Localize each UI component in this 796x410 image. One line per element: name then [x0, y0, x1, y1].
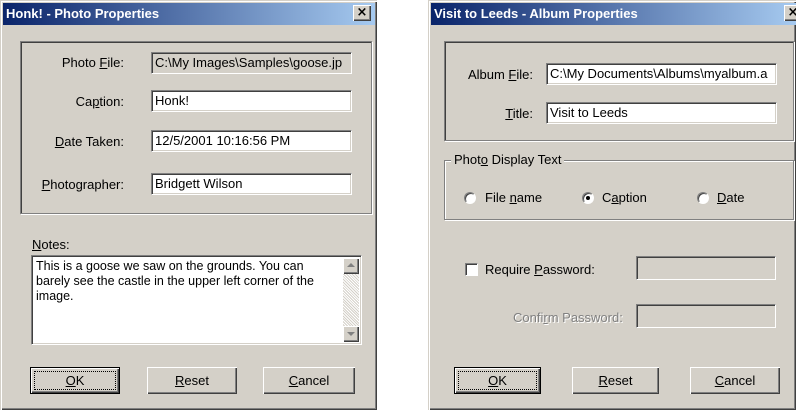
- password-field[interactable]: [636, 256, 776, 280]
- album-fields-frame: [444, 41, 794, 141]
- notes-text: This is a goose we saw on the grounds. Y…: [36, 259, 314, 303]
- date-radio[interactable]: [697, 192, 709, 204]
- album-title-label: Title:: [505, 106, 533, 121]
- notes-scrollbar[interactable]: [343, 258, 359, 342]
- close-icon[interactable]: ×: [784, 5, 796, 21]
- album-file-field[interactable]: C:\My Documents\Albums\myalbum.a: [546, 63, 777, 85]
- caption-option-label[interactable]: Caption: [602, 190, 647, 205]
- notes-label: Notes:: [32, 237, 70, 252]
- notes-textarea[interactable]: This is a goose we saw on the grounds. Y…: [31, 255, 362, 345]
- confirm-password-field[interactable]: [636, 304, 776, 328]
- file-name-radio[interactable]: [464, 192, 476, 204]
- date-taken-field[interactable]: 12/5/2001 10:16:56 PM: [151, 130, 352, 152]
- confirm-password-label: Confirm Password:: [513, 310, 623, 325]
- photo-cancel-button[interactable]: Cancel: [263, 367, 355, 394]
- photo-file-field[interactable]: C:\My Images\Samples\goose.jp: [151, 52, 352, 74]
- focus-rect: [34, 371, 116, 390]
- photo-ok-button[interactable]: OK: [30, 367, 120, 394]
- album-file-label: Album File:: [467, 67, 533, 82]
- photo-dialog-titlebar[interactable]: Honk! - Photo Properties: [3, 3, 375, 25]
- album-dialog-title: Visit to Leeds - Album Properties: [434, 6, 638, 21]
- focus-rect: [458, 371, 537, 390]
- chevron-up-icon: [347, 263, 355, 267]
- photo-properties-dialog: Honk! - Photo Properties × Photo File: C…: [0, 0, 377, 410]
- photo-reset-button[interactable]: Reset: [147, 367, 237, 394]
- require-password-label[interactable]: Require Password:: [485, 262, 595, 277]
- chevron-down-icon: [347, 332, 355, 336]
- album-ok-button[interactable]: OK: [454, 367, 541, 394]
- date-option-label[interactable]: Date: [717, 190, 744, 205]
- close-icon[interactable]: ×: [353, 5, 371, 21]
- album-title-field[interactable]: Visit to Leeds: [546, 102, 777, 124]
- caption-label: Caption:: [75, 94, 124, 109]
- album-properties-dialog: Visit to Leeds - Album Properties × Albu…: [428, 0, 796, 410]
- scroll-up-button[interactable]: [343, 258, 359, 274]
- scroll-down-button[interactable]: [343, 326, 359, 342]
- photographer-field[interactable]: Bridgett Wilson: [151, 173, 352, 195]
- album-reset-button[interactable]: Reset: [572, 367, 659, 394]
- require-password-checkbox[interactable]: [465, 263, 478, 276]
- caption-field[interactable]: Honk!: [151, 90, 352, 112]
- photographer-label: Photographer:: [41, 177, 124, 192]
- caption-radio[interactable]: [582, 192, 594, 204]
- album-cancel-button[interactable]: Cancel: [690, 367, 780, 394]
- photo-display-text-legend: Photo Display Text: [451, 152, 565, 167]
- date-taken-label: Date Taken:: [54, 134, 124, 149]
- album-dialog-titlebar[interactable]: Visit to Leeds - Album Properties: [431, 3, 796, 25]
- photo-dialog-title: Honk! - Photo Properties: [6, 6, 160, 21]
- file-name-label[interactable]: File name: [485, 190, 542, 205]
- photo-file-label: Photo File:: [61, 55, 124, 70]
